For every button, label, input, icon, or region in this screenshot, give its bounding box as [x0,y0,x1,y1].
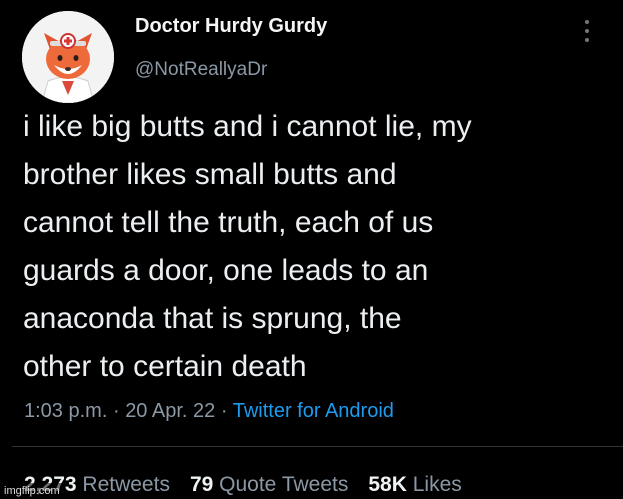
tweet-stats: 2,273 Retweets79 Quote Tweets58K Likes [24,473,462,497]
more-dot [585,38,589,42]
more-dot [585,20,589,24]
tweet-time[interactable]: 1:03 p.m. [24,400,107,422]
tweet-text: i like big butts and i cannot lie, my br… [23,110,472,383]
divider [12,446,623,447]
tweet-source-link[interactable]: Twitter for Android [233,400,394,422]
meta-separator: · [112,400,120,422]
tweet-meta: 1:03 p.m. · 20 Apr. 22 · Twitter for And… [24,400,394,423]
fox-doctor-avatar-icon [22,11,114,103]
tweet-card: Doctor Hurdy Gurdy @NotReallyaDr i like … [0,0,623,499]
likes-count: 58K [368,473,407,496]
watermark: imgflip.com [0,483,64,499]
quotes-stat[interactable]: 79 Quote Tweets [190,473,348,496]
likes-stat[interactable]: 58K Likes [368,473,461,496]
more-dot [585,29,589,33]
meta-separator: · [220,400,228,422]
tweet-date[interactable]: 20 Apr. 22 [125,400,215,422]
quotes-label: Quote Tweets [219,473,349,496]
author-handle[interactable]: @NotReallyaDr [135,59,267,81]
author-display-name[interactable]: Doctor Hurdy Gurdy [135,15,327,38]
likes-label: Likes [412,473,462,496]
retweets-label: Retweets [82,473,170,496]
quotes-count: 79 [189,473,214,496]
more-options-icon[interactable] [576,17,598,45]
avatar[interactable] [22,11,114,103]
